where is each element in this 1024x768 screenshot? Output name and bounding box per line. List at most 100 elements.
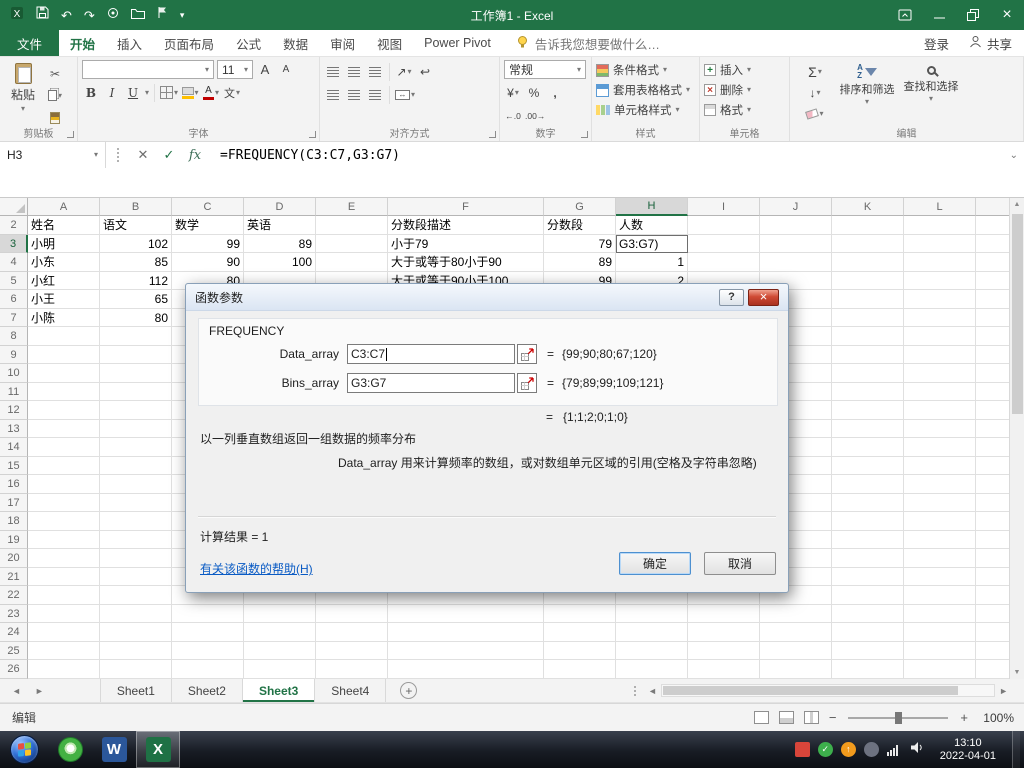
cell-H4[interactable]: 1 bbox=[616, 253, 688, 272]
row-header-10[interactable]: 10 bbox=[0, 364, 28, 383]
sheet-tab-sheet2[interactable]: Sheet2 bbox=[172, 679, 243, 702]
cell-D4[interactable]: 100 bbox=[244, 253, 316, 272]
vertical-scrollbar-thumb[interactable] bbox=[1011, 214, 1023, 414]
cell-L18[interactable] bbox=[904, 512, 976, 531]
cell-L20[interactable] bbox=[904, 549, 976, 568]
cell-A26[interactable] bbox=[28, 660, 100, 679]
cell-K14[interactable] bbox=[832, 438, 904, 457]
align-right-button[interactable] bbox=[366, 85, 384, 104]
cell-L14[interactable] bbox=[904, 438, 976, 457]
cell-A3[interactable]: 小明 bbox=[28, 234, 100, 254]
cell-H2[interactable]: 人数 bbox=[616, 216, 688, 235]
open-folder-icon[interactable] bbox=[130, 6, 145, 24]
cell-K2[interactable] bbox=[832, 216, 904, 235]
cell-D2[interactable]: 英语 bbox=[244, 216, 316, 235]
cell-F24[interactable] bbox=[388, 623, 544, 642]
cell-C23[interactable] bbox=[172, 604, 244, 624]
clear-button[interactable]: ▾ bbox=[798, 104, 832, 123]
cell-B24[interactable] bbox=[100, 623, 172, 642]
cell-L11[interactable] bbox=[904, 382, 976, 402]
cell-I25[interactable] bbox=[688, 641, 760, 661]
dialog-help-button[interactable]: ? bbox=[719, 288, 744, 306]
row-header-2[interactable]: 2 bbox=[0, 216, 28, 235]
horizontal-scrollbar[interactable]: ◄ ► bbox=[648, 679, 1008, 702]
scroll-up-icon[interactable]: ▲ bbox=[1014, 198, 1021, 211]
comma-style-button[interactable]: , bbox=[546, 83, 564, 102]
cell-L3[interactable] bbox=[904, 234, 976, 254]
row-header-4[interactable]: 4 bbox=[0, 253, 28, 272]
cell-B12[interactable] bbox=[100, 401, 172, 420]
share-button[interactable]: 共享 bbox=[969, 34, 1012, 53]
column-header-E[interactable]: E bbox=[316, 198, 388, 216]
row-header-9[interactable]: 9 bbox=[0, 345, 28, 365]
cell-D25[interactable] bbox=[244, 641, 316, 661]
normal-view-icon[interactable] bbox=[753, 711, 769, 724]
cell-E2[interactable] bbox=[316, 216, 388, 235]
conditional-formatting-button[interactable]: 条件格式 ▾ bbox=[596, 60, 696, 80]
cell-K7[interactable] bbox=[832, 308, 904, 328]
cell-K4[interactable] bbox=[832, 253, 904, 272]
customize-quick-access-icon[interactable]: ▾ bbox=[180, 10, 185, 20]
network-icon[interactable] bbox=[886, 743, 902, 756]
cell-B15[interactable] bbox=[100, 456, 172, 476]
tab-power-pivot[interactable]: Power Pivot bbox=[413, 30, 502, 56]
zoom-out-button[interactable]: − bbox=[829, 710, 837, 725]
merge-center-button[interactable]: ↔ ▾ bbox=[395, 85, 415, 104]
minimize-button[interactable] bbox=[922, 0, 956, 30]
cell-L22[interactable] bbox=[904, 586, 976, 605]
cell-L2[interactable] bbox=[904, 216, 976, 235]
next-sheet-icon[interactable]: ► bbox=[35, 686, 44, 696]
settings-tray-icon[interactable] bbox=[863, 742, 879, 757]
borders-button[interactable]: ▾ bbox=[160, 83, 178, 102]
tell-me-box[interactable]: 告诉我您想要做什么… bbox=[516, 30, 660, 56]
name-box[interactable]: H3 ▾ bbox=[0, 142, 106, 168]
cell-K15[interactable] bbox=[832, 456, 904, 476]
cell-G2[interactable]: 分数段 bbox=[544, 216, 616, 235]
page-layout-view-icon[interactable] bbox=[778, 711, 794, 724]
cell-B7[interactable]: 80 bbox=[100, 308, 172, 328]
cell-K6[interactable] bbox=[832, 290, 904, 309]
cell-L17[interactable] bbox=[904, 493, 976, 513]
cell-K18[interactable] bbox=[832, 512, 904, 531]
cell-I23[interactable] bbox=[688, 604, 760, 624]
expand-formula-bar-button[interactable]: ⌄ bbox=[1010, 150, 1018, 161]
cell-C25[interactable] bbox=[172, 641, 244, 661]
previous-sheet-icon[interactable]: ◄ bbox=[12, 686, 21, 696]
cell-K3[interactable] bbox=[832, 234, 904, 254]
cell-B22[interactable] bbox=[100, 586, 172, 605]
tab-data[interactable]: 数据 bbox=[272, 30, 319, 56]
enter-entry-button[interactable]: ✓ bbox=[156, 142, 182, 168]
taskbar-clock[interactable]: 13:10 2022-04-01 bbox=[932, 737, 1004, 763]
row-header-15[interactable]: 15 bbox=[0, 456, 28, 476]
column-header-B[interactable]: B bbox=[100, 198, 172, 216]
format-as-table-button[interactable]: 套用表格格式 ▾ bbox=[596, 80, 696, 100]
formula-bar-grip[interactable] bbox=[117, 148, 119, 162]
tab-home[interactable]: 开始 bbox=[59, 30, 106, 56]
copy-button[interactable]: ▾ bbox=[46, 86, 64, 105]
column-header-G[interactable]: G bbox=[544, 198, 616, 216]
cell-L19[interactable] bbox=[904, 530, 976, 550]
excel-app-icon[interactable]: X bbox=[10, 6, 24, 25]
cell-D23[interactable] bbox=[244, 604, 316, 624]
cell-L16[interactable] bbox=[904, 475, 976, 494]
column-header-K[interactable]: K bbox=[832, 198, 904, 216]
cell-J23[interactable] bbox=[760, 604, 832, 624]
cell-K10[interactable] bbox=[832, 364, 904, 383]
scroll-down-icon[interactable]: ▼ bbox=[1014, 666, 1021, 679]
row-header-8[interactable]: 8 bbox=[0, 327, 28, 346]
cell-I4[interactable] bbox=[688, 253, 760, 272]
column-header-I[interactable]: I bbox=[688, 198, 760, 216]
accounting-format-button[interactable]: ¥ ▾ bbox=[504, 83, 522, 102]
tab-view[interactable]: 视图 bbox=[366, 30, 413, 56]
cell-L8[interactable] bbox=[904, 327, 976, 346]
cell-B21[interactable] bbox=[100, 567, 172, 587]
taskbar-app-word[interactable]: W bbox=[92, 731, 136, 768]
cell-L10[interactable] bbox=[904, 364, 976, 383]
cell-C3[interactable]: 99 bbox=[172, 234, 244, 254]
grow-font-button[interactable]: A bbox=[256, 60, 274, 79]
page-break-view-icon[interactable] bbox=[803, 711, 819, 724]
cell-G24[interactable] bbox=[544, 623, 616, 642]
cell-E3[interactable] bbox=[316, 234, 388, 254]
cell-B4[interactable]: 85 bbox=[100, 253, 172, 272]
cell-A22[interactable] bbox=[28, 586, 100, 605]
